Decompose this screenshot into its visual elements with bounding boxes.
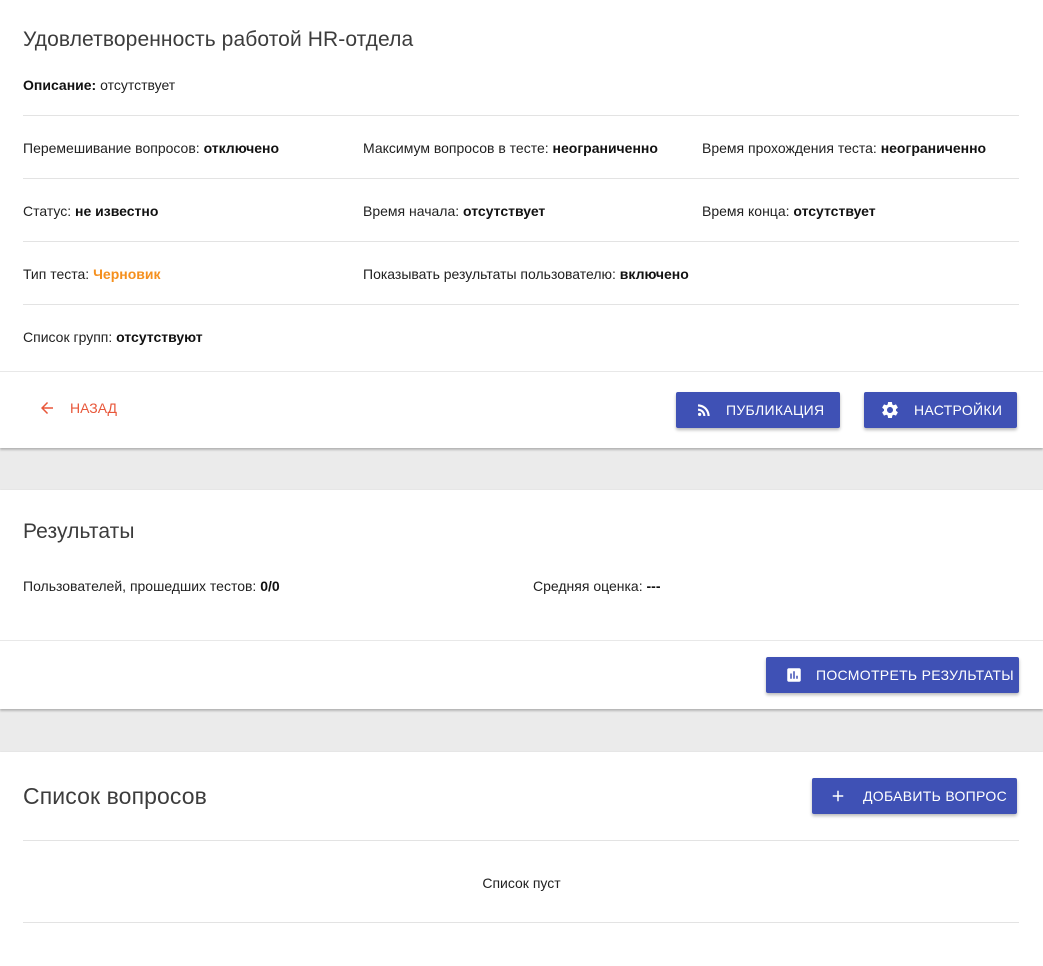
settings-button[interactable]: Настройки [864, 392, 1017, 428]
view-results-label: Посмотреть результаты [816, 667, 1014, 683]
average-score-field: Средняя оценка: --- [533, 578, 661, 594]
field-label: Список групп: [23, 329, 117, 345]
publish-button[interactable]: Публикация [676, 392, 840, 428]
description-value: отсутствует [96, 77, 176, 93]
settings-label: Настройки [914, 402, 1003, 418]
field-label: Статус: [23, 203, 76, 219]
status-field: Статус: не известно [23, 203, 158, 219]
back-label: Назад [70, 400, 118, 416]
test-duration-field: Время прохождения теста: неограниченно [702, 140, 986, 156]
shuffle-questions-field: Перемешивание вопросов: отключено [23, 140, 279, 156]
actions-divider [0, 371, 1043, 372]
field-value: отсутствуют [116, 329, 203, 345]
field-label: Показывать результаты пользователю: [363, 266, 620, 282]
field-value: отключено [203, 140, 280, 156]
start-time-field: Время начала: отсутствует [363, 203, 545, 219]
questions-title: Список вопросов [23, 783, 207, 809]
test-title: Удовлетворенность работой HR-отдела [23, 28, 414, 51]
plus-icon [826, 784, 850, 808]
back-button[interactable]: Назад [38, 397, 117, 419]
field-value: 0/0 [260, 578, 280, 594]
field-value: включено [619, 266, 689, 282]
results-card: Результаты Пользователей, прошедших тест… [0, 490, 1043, 709]
results-title: Результаты [23, 520, 135, 543]
max-questions-field: Максимум вопросов в тесте: неограниченно [363, 140, 658, 156]
field-label: Перемешивание вопросов: [23, 140, 204, 156]
publish-label: Публикация [726, 402, 825, 418]
field-label: Время конца: [702, 203, 794, 219]
description-label: Описание: [23, 77, 97, 93]
description: Описание: отсутствует [23, 77, 175, 93]
field-value: не известно [75, 203, 159, 219]
gear-icon [878, 398, 902, 422]
test-type-field: Тип теста: Черновик [23, 266, 161, 282]
bar-chart-icon [782, 663, 806, 687]
arrow-left-icon [38, 399, 56, 417]
divider [23, 840, 1019, 841]
field-value: отсутствует [793, 203, 876, 219]
actions-divider [0, 640, 1043, 641]
test-info-card: Удовлетворенность работой HR-отдела Опис… [0, 0, 1043, 448]
questions-card: Список вопросов Добавить вопрос Список п… [0, 752, 1043, 966]
field-label: Максимум вопросов в тесте: [363, 140, 553, 156]
divider [23, 304, 1019, 305]
field-label: Средняя оценка: [533, 578, 647, 594]
field-value: неограниченно [552, 140, 658, 156]
field-label: Время прохождения теста: [702, 140, 881, 156]
divider [23, 178, 1019, 179]
end-time-field: Время конца: отсутствует [702, 203, 876, 219]
field-value: отсутствует [463, 203, 546, 219]
field-value: неограниченно [880, 140, 987, 156]
rss-feed-icon [692, 398, 716, 422]
add-question-label: Добавить вопрос [863, 788, 1007, 804]
field-label: Пользователей, прошедших тестов: [23, 578, 261, 594]
add-question-button[interactable]: Добавить вопрос [812, 778, 1017, 814]
field-value: --- [646, 578, 661, 594]
divider [23, 241, 1019, 242]
field-label: Время начала: [363, 203, 464, 219]
test-type-badge: Черновик [93, 266, 161, 282]
field-label: Тип теста: [23, 266, 94, 282]
show-results-field: Показывать результаты пользователю: вклю… [363, 266, 689, 282]
groups-field: Список групп: отсутствуют [23, 329, 203, 345]
divider [23, 115, 1019, 116]
users-passed-field: Пользователей, прошедших тестов: 0/0 [23, 578, 280, 594]
view-results-button[interactable]: Посмотреть результаты [766, 657, 1019, 693]
divider [23, 922, 1019, 923]
empty-list-message: Список пуст [482, 875, 561, 891]
